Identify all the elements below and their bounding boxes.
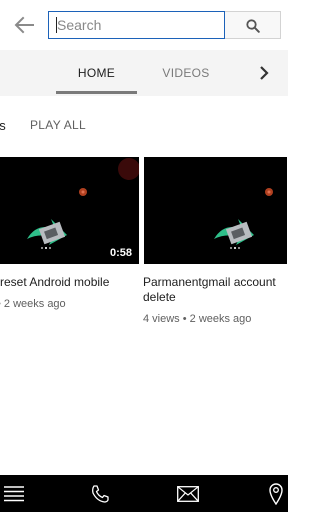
video-duration-badge: 0:58 xyxy=(106,246,135,260)
mail-icon xyxy=(177,486,199,502)
menu-icon xyxy=(4,486,24,502)
video-thumbnail[interactable] xyxy=(144,157,287,264)
video-meta: • 2 weeks ago xyxy=(0,298,66,310)
chevron-right-icon xyxy=(260,66,269,80)
channel-tabs: HOME VIDEOS xyxy=(0,50,288,96)
video-thumbnail[interactable]: 0:58 xyxy=(0,157,139,264)
section-title: ds xyxy=(0,118,6,133)
location-pin-icon xyxy=(269,483,283,505)
location-button[interactable] xyxy=(256,475,288,512)
email-button[interactable] xyxy=(168,475,208,512)
video-thumbnail-image xyxy=(144,157,287,264)
menu-button[interactable] xyxy=(0,475,40,512)
tabs-scroll-right-button[interactable] xyxy=(252,63,276,83)
text-caret xyxy=(56,17,57,33)
search-input[interactable] xyxy=(48,11,225,39)
back-arrow-icon xyxy=(14,16,34,34)
search-icon xyxy=(246,19,260,33)
search-button[interactable] xyxy=(225,11,281,39)
search-bar xyxy=(0,0,288,50)
bottom-nav-bar xyxy=(0,475,288,512)
tab-videos[interactable]: VIDEOS xyxy=(150,50,222,96)
call-button[interactable] xyxy=(80,475,120,512)
phone-icon xyxy=(92,485,109,503)
video-title[interactable]: reset Android mobile xyxy=(0,275,140,290)
back-button[interactable] xyxy=(12,14,36,36)
video-meta: 4 views • 2 weeks ago xyxy=(143,313,252,325)
tab-home[interactable]: HOME xyxy=(56,50,137,96)
screen: HOME VIDEOS ds PLAY ALL 0:58 reset Andro… xyxy=(0,0,288,512)
video-title[interactable]: Parmanentgmail account delete xyxy=(143,275,285,305)
play-all-button[interactable]: PLAY ALL xyxy=(30,118,86,132)
